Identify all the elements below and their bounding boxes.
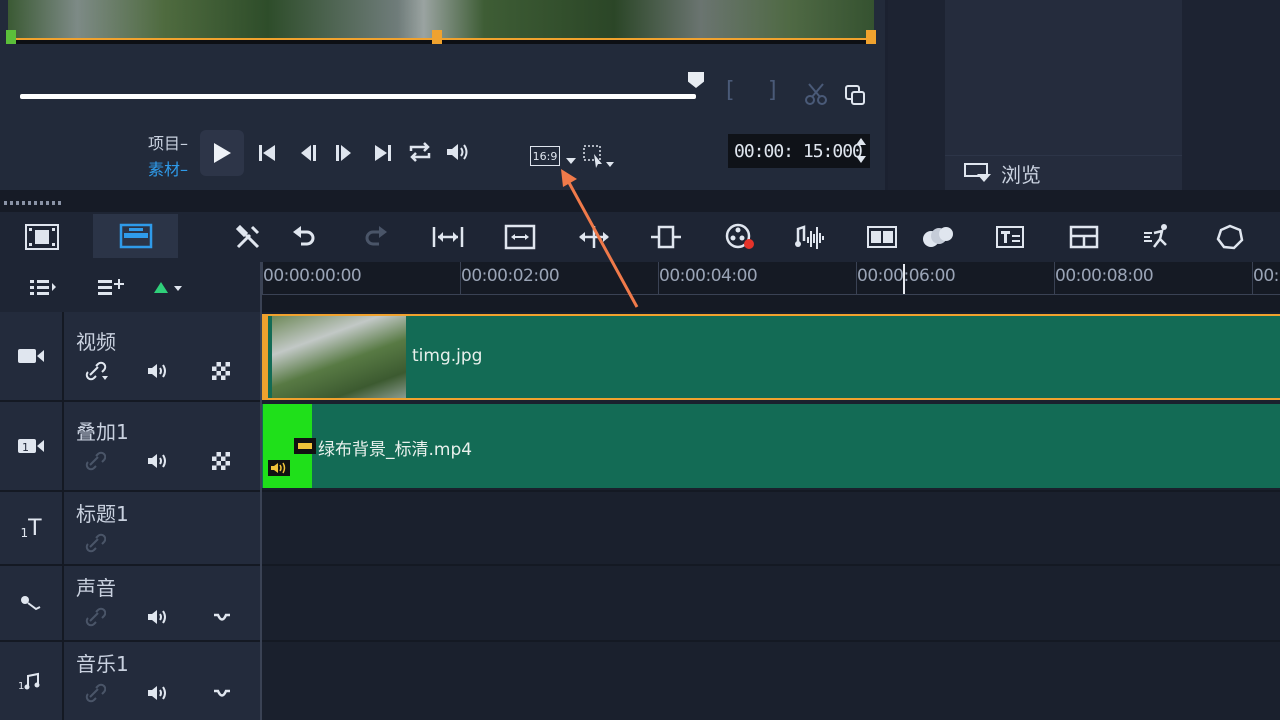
chevron-down-icon[interactable] <box>566 158 576 164</box>
ruler-tick-label: 00:00:04:00 <box>659 266 758 286</box>
mark-out-icon[interactable]: ] <box>768 78 777 103</box>
link-icon[interactable] <box>84 682 107 709</box>
annotation-arrow-icon <box>561 169 639 308</box>
title-text-icon[interactable] <box>992 222 1028 252</box>
track-header-video[interactable]: 视频 <box>0 312 260 402</box>
overlay-clip-name: 绿布背景_标清.mp4 <box>318 440 473 460</box>
redo-icon[interactable] <box>358 222 394 252</box>
fit-window-icon[interactable] <box>502 222 538 252</box>
ruler-tick-label: 00:00:02:00 <box>461 266 560 286</box>
clip-media-badge-icon <box>294 438 316 454</box>
project-mode-toggle[interactable]: 项目– <box>148 130 188 154</box>
ripple-edit-icon[interactable] <box>152 278 184 298</box>
track-separator <box>262 640 1280 642</box>
link-icon[interactable] <box>84 360 110 387</box>
music-note-icon: 1 <box>0 642 64 720</box>
transparency-icon[interactable] <box>212 362 230 385</box>
media-filmstrip-icon[interactable] <box>864 222 900 252</box>
volume-icon[interactable] <box>444 138 472 166</box>
track-header-music[interactable]: 1 音乐1 <box>0 642 260 720</box>
trim-icon[interactable] <box>648 222 684 252</box>
add-track-icon[interactable] <box>96 276 126 298</box>
title-track-icon: 1T <box>0 492 64 564</box>
ducking-icon[interactable] <box>212 686 232 707</box>
crop-handle-left[interactable] <box>6 30 16 44</box>
svg-text:1: 1 <box>18 681 24 691</box>
record-icon[interactable] <box>722 222 758 252</box>
playhead[interactable] <box>903 264 905 294</box>
track-header-title[interactable]: 1T 标题1 <box>0 492 260 566</box>
link-icon[interactable] <box>84 606 107 633</box>
clip-mode-toggle[interactable]: 素材– <box>148 156 188 180</box>
overlay-icon[interactable] <box>920 222 956 252</box>
audio-waveform-icon[interactable] <box>792 222 828 252</box>
track-manager-icon[interactable] <box>28 276 58 298</box>
go-to-start-icon[interactable] <box>254 140 280 166</box>
ruler-tick-label: 00: <box>1253 266 1279 286</box>
previous-frame-icon[interactable] <box>296 140 322 166</box>
timecode-up-icon[interactable] <box>856 138 866 145</box>
undo-icon[interactable] <box>286 222 322 252</box>
overlay-camera-icon: 1 <box>0 402 64 490</box>
link-icon[interactable] <box>84 450 107 477</box>
split-clip-icon[interactable] <box>802 80 830 108</box>
track-volume-icon[interactable] <box>146 362 170 385</box>
scrub-bar[interactable] <box>20 94 696 99</box>
ruler-tick-label: 00:00:08:00 <box>1055 266 1154 286</box>
motion-icon[interactable] <box>1140 222 1176 252</box>
track-volume-icon[interactable] <box>146 452 170 475</box>
timeline-view-icon[interactable] <box>93 214 178 258</box>
track-name-music: 音乐1 <box>76 652 129 676</box>
track-name-voice: 声音 <box>76 576 116 600</box>
track-name-video: 视频 <box>76 330 116 354</box>
ruler-tick-label: 00:00:06:00 <box>857 266 956 286</box>
splitter-grip[interactable] <box>4 201 62 205</box>
crop-handle-middle[interactable] <box>432 30 442 44</box>
enlarge-preview-icon[interactable] <box>842 82 868 108</box>
timecode-display[interactable]: 00:00: 15:000 <box>728 134 870 168</box>
go-to-end-icon[interactable] <box>370 140 396 166</box>
track-name-overlay: 叠加1 <box>76 420 129 444</box>
transparency-icon[interactable] <box>212 452 230 475</box>
crop-handle-right[interactable] <box>866 30 876 44</box>
aspect-ratio-button[interactable]: 16:9 <box>530 146 560 166</box>
track-separator <box>262 490 1280 492</box>
browse-button[interactable]: 浏览 <box>945 155 1182 190</box>
timecode-down-icon[interactable] <box>856 156 866 163</box>
track-volume-icon[interactable] <box>146 608 170 631</box>
video-clip-thumbnail <box>272 316 406 398</box>
fit-project-icon[interactable] <box>430 222 466 252</box>
svg-text:1: 1 <box>22 441 29 454</box>
ruler-baseline <box>262 294 1280 295</box>
track-volume-icon[interactable] <box>146 684 170 707</box>
link-icon[interactable] <box>84 532 107 559</box>
ruler-tick-label: 00:00:00:00 <box>263 266 362 286</box>
tools-icon[interactable] <box>230 222 266 252</box>
split-screen-icon[interactable] <box>1066 222 1102 252</box>
repeat-icon[interactable] <box>406 138 434 166</box>
video-camera-icon <box>0 312 64 400</box>
track-name-title: 标题1 <box>76 502 129 526</box>
browse-label: 浏览 <box>1001 162 1041 187</box>
storyboard-view-icon[interactable] <box>24 224 60 250</box>
timecode-value: 00:00: 15:000 <box>734 140 863 162</box>
mark-in-icon[interactable]: [ <box>726 78 735 103</box>
track-header-overlay[interactable]: 1 叠加1 <box>0 402 260 492</box>
clip-audio-badge-icon <box>268 460 290 476</box>
ducking-icon[interactable] <box>212 610 232 631</box>
play-button[interactable] <box>200 130 244 176</box>
microphone-icon <box>0 566 64 640</box>
clip-trim-handle[interactable] <box>262 316 268 398</box>
video-clip-name: timg.jpg <box>412 346 483 366</box>
browse-icon <box>964 163 991 182</box>
track-separator <box>262 564 1280 566</box>
track-header-voice[interactable]: 声音 <box>0 566 260 642</box>
mask-icon[interactable] <box>1212 222 1248 252</box>
next-frame-icon[interactable] <box>330 140 356 166</box>
